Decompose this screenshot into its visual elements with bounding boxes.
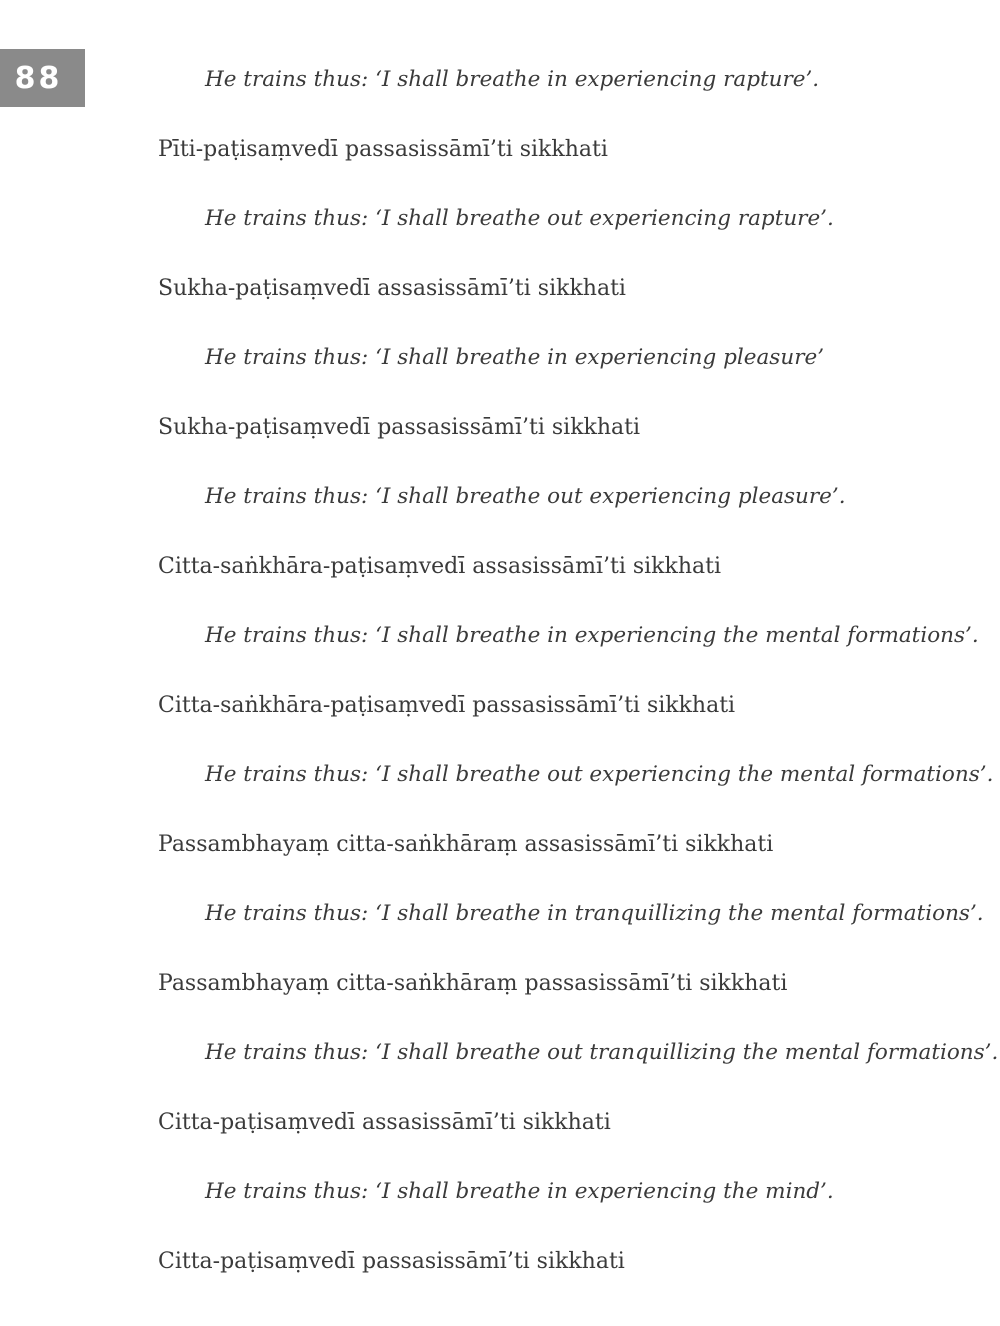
english-line: He trains thus: ‘I shall breathe out exp… (205, 206, 834, 231)
pali-line: Passambhayaṃ citta-saṅkhāraṃ passasissām… (158, 971, 788, 996)
pali-line: Pīti-paṭisaṃvedī passasissāmī’ti sikkhat… (158, 137, 608, 162)
english-line: He trains thus: ‘I shall breathe out tra… (205, 1040, 999, 1065)
pali-line: Citta-paṭisaṃvedī assasissāmī’ti sikkhat… (158, 1110, 611, 1135)
english-line: He trains thus: ‘I shall breathe out exp… (205, 762, 994, 787)
pali-line: Passambhayaṃ citta-saṅkhāraṃ assasissāmī… (158, 832, 774, 857)
english-line: He trains thus: ‘I shall breathe in tran… (205, 901, 984, 926)
pali-line: Sukha-paṭisaṃvedī passasissāmī’ti sikkha… (158, 415, 641, 440)
english-line: He trains thus: ‘I shall breathe in expe… (205, 623, 979, 648)
english-line: He trains thus: ‘I shall breathe in expe… (205, 345, 825, 370)
pali-line: Citta-saṅkhāra-paṭisaṃvedī passasissāmī’… (158, 693, 736, 718)
english-line: He trains thus: ‘I shall breathe in expe… (205, 67, 820, 92)
pali-line: Citta-saṅkhāra-paṭisaṃvedī assasissāmī’t… (158, 554, 722, 579)
pali-line: Sukha-paṭisaṃvedī assasissāmī’ti sikkhat… (158, 276, 626, 301)
english-line: He trains thus: ‘I shall breathe in expe… (205, 1179, 834, 1204)
pali-line: Citta-paṭisaṃvedī passasissāmī’ti sikkha… (158, 1249, 625, 1274)
chant-text: He trains thus: ‘I shall breathe in expe… (0, 0, 1000, 1326)
english-line: He trains thus: ‘I shall breathe out exp… (205, 484, 846, 509)
